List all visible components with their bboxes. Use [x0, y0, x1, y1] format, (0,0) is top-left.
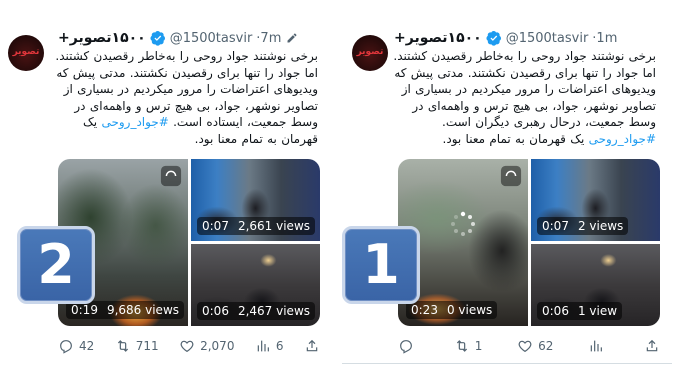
- divider: [342, 363, 672, 364]
- avatar[interactable]: تصویر: [352, 35, 388, 71]
- video-thumbnail-top-right[interactable]: 0:07 2 views: [531, 159, 660, 241]
- heart-icon: [180, 340, 194, 353]
- edited-pencil-icon[interactable]: [286, 32, 298, 44]
- video-duration: 0:23: [411, 303, 438, 317]
- video-meta: 0:06 2,467 views: [197, 302, 316, 320]
- like-count: 62: [538, 339, 554, 353]
- reply-icon: [400, 340, 412, 354]
- tweet-card-2[interactable]: تصویر ۱۵۰۰تصویر+ @1500tasvir ·7m برخی نو…: [0, 8, 330, 376]
- video-meta: 0:06 1 view: [537, 302, 623, 320]
- views-button[interactable]: [588, 338, 609, 354]
- media-grid: 0:23 0 views 0:07 2 views 0:06 1 view: [398, 159, 660, 326]
- tweet-card-1[interactable]: تصویر ۱۵۰۰تصویر+ @1500tasvir ·1m برخی نو…: [342, 8, 672, 376]
- media-grid: 0:19 9,686 views 0:07 2,661 views 0:06 2,46…: [58, 159, 320, 326]
- handle[interactable]: @1500tasvir: [170, 31, 253, 46]
- retweet-icon: [117, 340, 128, 352]
- heart-icon: [518, 340, 532, 353]
- share-icon: [646, 339, 658, 352]
- retweet-button[interactable]: 711: [115, 338, 159, 354]
- video-thumbnail-bottom-right[interactable]: 0:06 2,467 views: [191, 244, 320, 326]
- share-button[interactable]: [304, 338, 320, 354]
- video-views: 1 view: [577, 304, 618, 318]
- reply-button[interactable]: 42: [58, 338, 94, 354]
- reply-count: 42: [79, 339, 95, 353]
- display-name[interactable]: ۱۵۰۰تصویر+: [394, 30, 482, 46]
- verified-badge-icon: [150, 31, 165, 46]
- tweet-header: ۱۵۰۰تصویر+ @1500tasvir ·1m: [394, 28, 617, 48]
- video-views: 9,686 views: [106, 303, 180, 317]
- retweet-count: 1: [474, 339, 483, 353]
- video-duration: 0:19: [71, 303, 98, 317]
- tweet-header: ۱۵۰۰تصویر+ @1500tasvir ·7m: [58, 28, 298, 48]
- like-button[interactable]: 2,070: [179, 338, 234, 354]
- video-meta: 0:07 2 views: [537, 217, 629, 235]
- avatar-logo-text: تصویر: [12, 47, 40, 57]
- retweet-icon: [456, 340, 467, 352]
- gif-badge-icon: [500, 165, 522, 187]
- video-meta: 0:07 2,661 views: [197, 217, 316, 235]
- video-thumbnail-bottom-right[interactable]: 0:06 1 view: [531, 244, 660, 326]
- timestamp[interactable]: ·1m: [592, 31, 617, 46]
- video-meta: 0:23 0 views: [406, 301, 498, 319]
- video-thumbnail-top-right[interactable]: 0:07 2,661 views: [191, 159, 320, 241]
- screenshot-number-badge: 2: [17, 226, 95, 304]
- tweet-text: برخی نوشتند جواد روحی را به‌خاطر رقصیدن …: [386, 48, 656, 147]
- video-views: 2,661 views: [237, 219, 311, 233]
- tweet-text-main: برخی نوشتند جواد روحی را به‌خاطر رقصیدن …: [393, 49, 656, 129]
- bar-chart-icon: [257, 340, 269, 352]
- video-views: 2 views: [577, 219, 624, 233]
- verified-badge-icon: [486, 31, 501, 46]
- video-duration: 0:06: [542, 304, 569, 318]
- video-duration: 0:07: [202, 219, 229, 233]
- reply-icon: [60, 340, 72, 354]
- action-bar: 42 711 2,070 6: [58, 334, 320, 358]
- hashtag-link[interactable]: #جواد_روحی: [101, 115, 168, 129]
- video-views: 0 views: [446, 303, 493, 317]
- retweet-count: 711: [135, 339, 159, 353]
- views-button[interactable]: 6: [255, 338, 284, 354]
- like-button[interactable]: 62: [517, 338, 553, 354]
- share-icon: [306, 339, 318, 352]
- handle[interactable]: @1500tasvir: [506, 31, 589, 46]
- bar-chart-icon: [590, 340, 603, 352]
- loading-spinner-icon: [451, 211, 475, 236]
- action-bar: 1 62: [398, 334, 660, 358]
- hashtag-link[interactable]: #جواد_روحی: [589, 132, 656, 146]
- video-views: 2,467 views: [237, 304, 311, 318]
- video-duration: 0:06: [202, 304, 229, 318]
- avatar[interactable]: تصویر: [8, 35, 44, 71]
- like-count: 2,070: [200, 339, 235, 353]
- tweet-text-tail: یک قهرمان به تمام معنا بود.: [442, 131, 589, 146]
- retweet-button[interactable]: 1: [454, 338, 483, 354]
- share-button[interactable]: [644, 338, 660, 354]
- display-name[interactable]: ۱۵۰۰تصویر+: [58, 30, 146, 46]
- views-count: 6: [275, 339, 284, 353]
- reply-button[interactable]: [398, 338, 419, 354]
- timestamp[interactable]: ·7m: [256, 31, 281, 46]
- tweet-text: برخی نوشتند جواد روحی را به‌خاطر رقصیدن …: [48, 48, 318, 147]
- avatar-logo-text: تصویر: [356, 47, 384, 57]
- video-duration: 0:07: [542, 219, 569, 233]
- screenshot-number-badge: 1: [342, 226, 420, 304]
- gif-badge-icon: [160, 165, 182, 187]
